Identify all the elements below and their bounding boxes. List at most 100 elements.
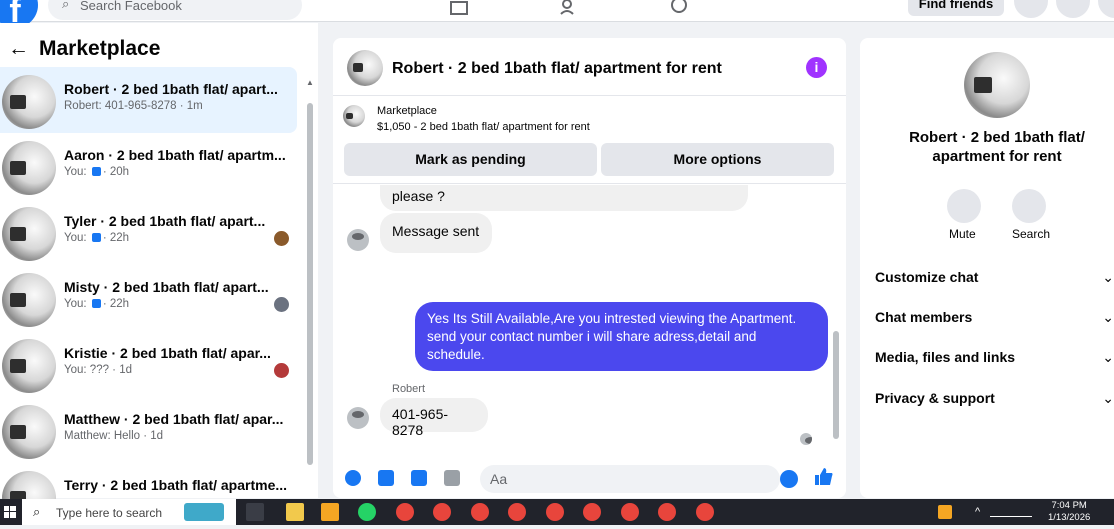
preview-prefix: You: [64, 166, 87, 178]
clock-time: 7:04 PM [1051, 500, 1087, 511]
listing-thumbnail [2, 405, 56, 459]
privacy-support-row[interactable]: Privacy & support ⌄ [875, 390, 1114, 406]
chevron-down-icon: ⌄ [1102, 390, 1114, 406]
conversation-item[interactable]: Matthew · 2 bed 1bath flat/ apar... Matt… [0, 397, 297, 463]
like-icon [91, 167, 101, 176]
emoji-icon[interactable] [780, 470, 798, 488]
mute-label: Mute [949, 227, 976, 241]
media-files-links-row[interactable]: Media, files and links ⌄ [875, 349, 1114, 365]
sidebar-header: ← Marketplace [8, 37, 160, 61]
preview-time: · 20h [102, 166, 130, 178]
conversation-item[interactable]: Kristie · 2 bed 1bath flat/ apar... You:… [0, 331, 297, 397]
message-bubble: Message sent [380, 213, 492, 253]
chevron-down-icon: ⌄ [1102, 309, 1114, 325]
chrome-icon[interactable] [546, 503, 564, 521]
more-options-button[interactable]: More options [601, 143, 834, 176]
chevron-down-icon: ⌄ [1102, 349, 1114, 365]
taskbar-clock[interactable]: 7:04 PM 1/13/2026 [1048, 500, 1090, 524]
tray-chevron-icon[interactable]: ^ [975, 506, 980, 518]
customize-chat-row[interactable]: Customize chat ⌄ [875, 269, 1114, 285]
conversation-preview: Robert: 401-965-8278 · 1m [64, 100, 203, 112]
message-input[interactable]: Aa [480, 465, 780, 493]
sticker-icon[interactable] [411, 470, 427, 486]
marketplace-listing-box: Marketplace $1,050 - 2 bed 1bath flat/ a… [333, 97, 846, 184]
message-scrollbar[interactable] [832, 185, 842, 455]
conversation-preview: You: · 22h [64, 232, 129, 244]
conversation-item[interactable]: Robert · 2 bed 1bath flat/ apart... Robe… [0, 67, 297, 133]
top-navbar: f ⌕ Search Facebook Find friends [0, 0, 1114, 30]
profile-avatar[interactable] [1098, 0, 1114, 18]
thumbs-up-icon[interactable] [814, 467, 834, 487]
sticky-app-icon[interactable] [321, 503, 339, 521]
chrome-icon[interactable] [658, 503, 676, 521]
photo-icon[interactable] [378, 470, 394, 486]
chat-title[interactable]: Robert · 2 bed 1bath flat/ apartment for… [392, 60, 722, 78]
search-icon: ⌕ [62, 0, 70, 11]
gif-icon[interactable] [444, 470, 460, 486]
chat-members-row[interactable]: Chat members ⌄ [875, 309, 1114, 325]
search-placeholder: Search Facebook [80, 0, 182, 13]
like-icon [91, 233, 101, 242]
windows-start-icon[interactable] [4, 506, 16, 518]
seen-avatar [274, 363, 289, 378]
scrollbar-thumb[interactable] [833, 331, 839, 439]
chat-list-sidebar: ← Marketplace Robert · 2 bed 1bath flat/ … [0, 23, 318, 525]
conversation-title: Aaron · 2 bed 1bath flat/ apartm... [64, 147, 286, 163]
chat-list-scrollbar[interactable]: ▲ [306, 78, 314, 496]
conversation-title: Terry · 2 bed 1bath flat/ apartme... [64, 477, 288, 493]
file-explorer-icon[interactable] [286, 503, 304, 521]
groups-nav-icon[interactable] [558, 0, 580, 16]
chrome-icon[interactable] [696, 503, 714, 521]
chrome-icon[interactable] [621, 503, 639, 521]
conversation-item[interactable]: Misty · 2 bed 1bath flat/ apart... You: … [0, 265, 297, 331]
mark-as-pending-button[interactable]: Mark as pending [344, 143, 597, 176]
tray-app-icon[interactable] [938, 505, 952, 519]
section-label: Privacy & support [875, 390, 995, 406]
listing-thumbnail [964, 52, 1030, 118]
conversation-title: Robert · 2 bed 1bath flat/ apart... [64, 81, 278, 97]
message-composer: Aa [333, 459, 846, 498]
preview-prefix: You: [64, 232, 87, 244]
conversation-preview: You: · 20h [64, 166, 129, 178]
chrome-icon[interactable] [471, 503, 489, 521]
task-view-icon[interactable] [246, 503, 264, 521]
message-bubble: please ? [380, 185, 748, 211]
listing-thumbnail [2, 207, 56, 261]
chrome-icon[interactable] [396, 503, 414, 521]
chevron-down-icon: ⌄ [1102, 269, 1114, 285]
scroll-up-icon[interactable]: ▲ [306, 78, 314, 87]
preview-time: · 22h [102, 298, 130, 310]
whatsapp-icon[interactable] [358, 503, 376, 521]
chat-details-panel: Robert · 2 bed 1bath flat/ apartment for… [860, 38, 1114, 498]
mute-icon[interactable] [947, 189, 981, 223]
notifications-icon[interactable] [1056, 0, 1090, 18]
find-friends-button[interactable]: Find friends [908, 0, 1004, 16]
microphone-icon[interactable] [345, 470, 361, 486]
sender-name: Robert [392, 383, 426, 395]
marketplace-nav-icon[interactable] [448, 0, 470, 16]
chat-panel: Robert · 2 bed 1bath flat/ apartment for… [333, 38, 846, 498]
tray-system-icons[interactable] [990, 507, 1032, 517]
chrome-icon[interactable] [508, 503, 526, 521]
back-arrow-icon[interactable]: ← [8, 37, 29, 60]
sidebar-title: Marketplace [39, 37, 161, 60]
like-icon [91, 299, 101, 308]
seen-avatar [274, 231, 289, 246]
facebook-search-input[interactable]: ⌕ Search Facebook [48, 0, 302, 20]
chrome-icon[interactable] [583, 503, 601, 521]
chat-header: Robert · 2 bed 1bath flat/ apartment for… [333, 38, 846, 96]
gaming-nav-icon[interactable] [668, 0, 690, 16]
conversation-item[interactable]: Tyler · 2 bed 1bath flat/ apart... You: … [0, 199, 297, 265]
listing-price-title[interactable]: $1,050 - 2 bed 1bath flat/ apartment for… [377, 121, 590, 133]
chrome-icon[interactable] [433, 503, 451, 521]
conversation-title: Misty · 2 bed 1bath flat/ apart... [64, 279, 269, 295]
search-icon[interactable] [1012, 189, 1046, 223]
listing-thumbnail[interactable] [347, 50, 383, 86]
scrollbar-thumb[interactable] [307, 103, 313, 465]
section-label: Media, files and links [875, 349, 1016, 365]
info-icon[interactable]: i [806, 57, 827, 78]
search-label: Search [1012, 227, 1051, 241]
conversation-item[interactable]: Aaron · 2 bed 1bath flat/ apartm... You:… [0, 133, 297, 199]
travel-app-icon[interactable] [184, 503, 224, 521]
menu-grid-icon[interactable] [1014, 0, 1048, 18]
